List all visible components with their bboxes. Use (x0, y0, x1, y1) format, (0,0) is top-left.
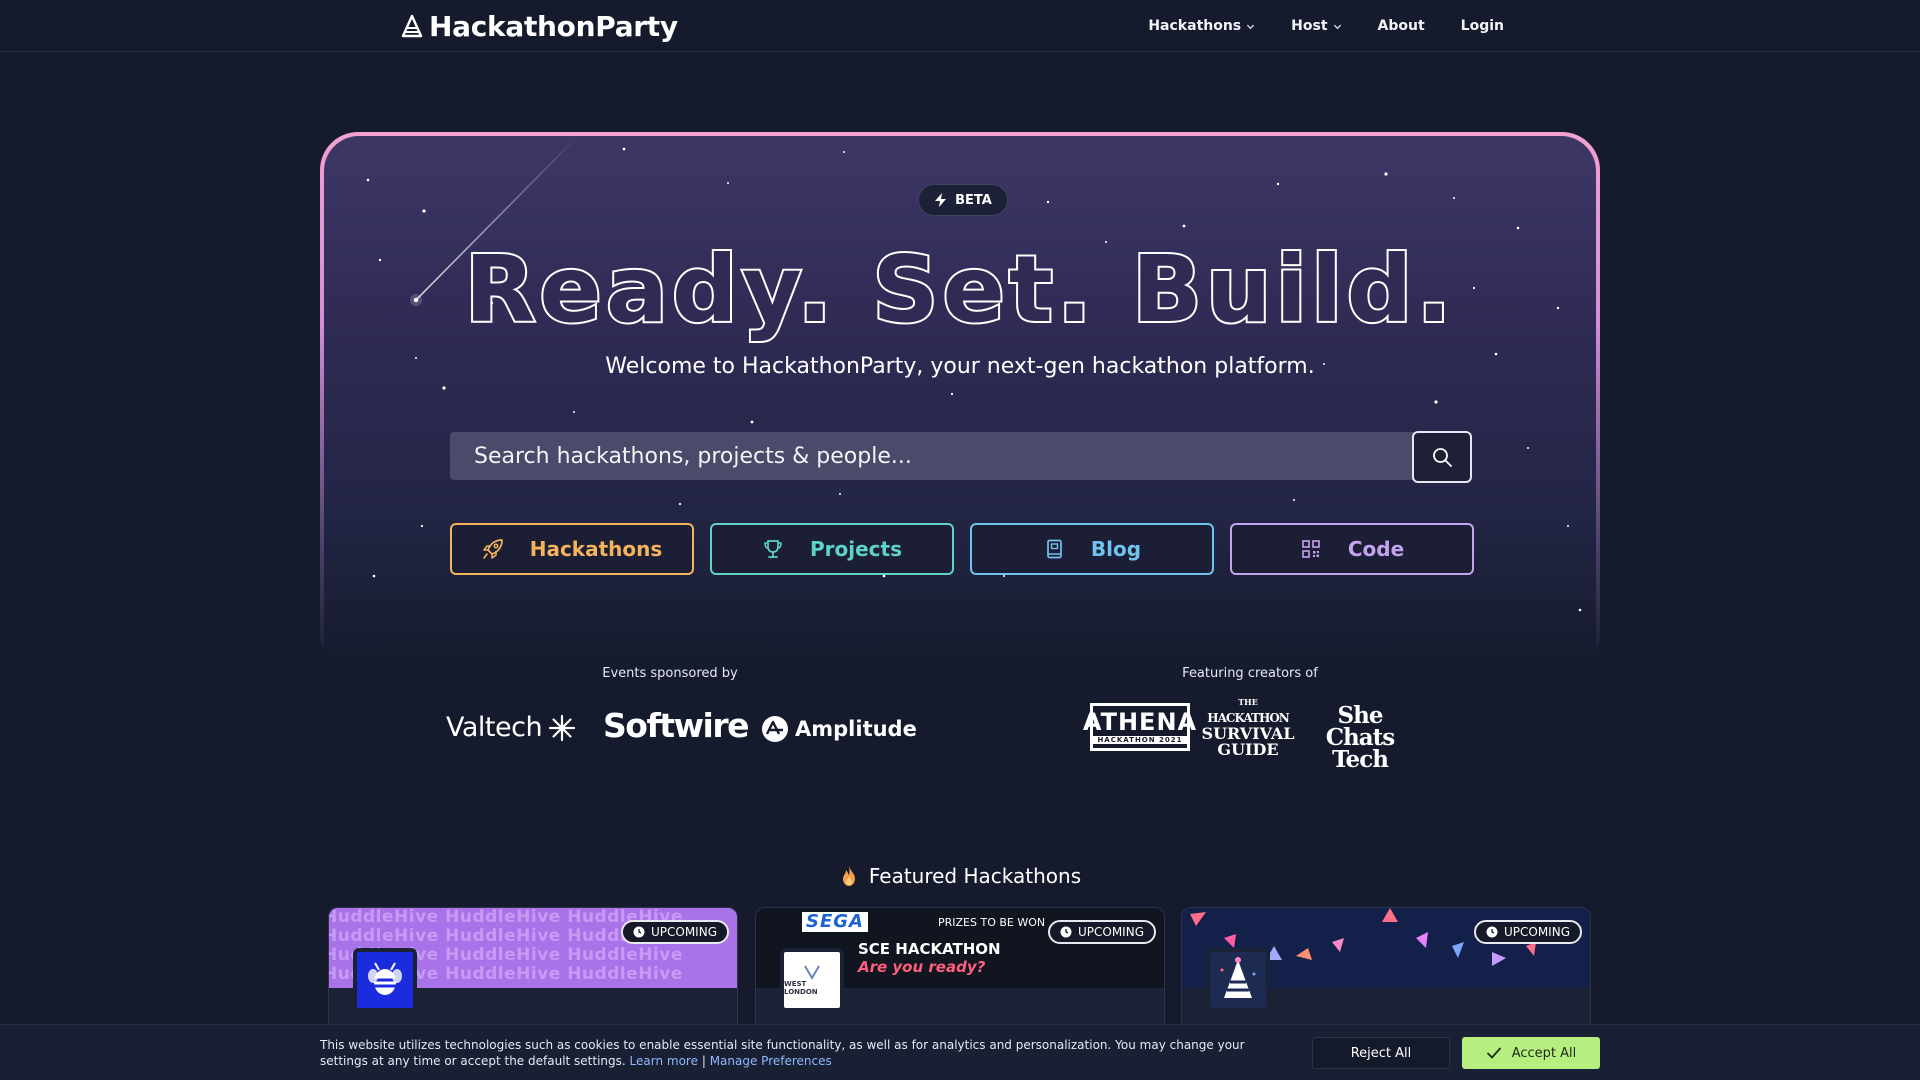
amplitude-logo[interactable]: Amplitude (761, 715, 917, 743)
valtech-name: Valtech (446, 712, 543, 743)
top-nav: HackathonParty Hackathons Host About Log… (0, 0, 1920, 52)
avatar-caption: WEST LONDON (784, 980, 818, 996)
check-icon (1486, 1047, 1501, 1059)
softwire-name: Softwire (603, 706, 750, 745)
hero-headline: Ready. Set. Build. (463, 234, 1456, 345)
guide-line-4: GUIDE (1217, 740, 1279, 759)
featured-title-text: Featured Hackathons (868, 864, 1082, 888)
book-icon (1047, 539, 1062, 559)
rocket-icon (482, 539, 503, 559)
nav-links: Hackathons Host About Login (1148, 0, 1504, 52)
upcoming-badge: UPCOMING (1047, 920, 1156, 944)
bee-icon (368, 962, 402, 995)
learn-more-link[interactable]: Learn more (630, 1054, 698, 1068)
projects-button-label: Projects (809, 537, 902, 561)
search-button[interactable] (1412, 431, 1472, 483)
upcoming-badge: UPCOMING (1473, 920, 1582, 944)
search-input[interactable] (450, 432, 1426, 480)
guide-line-1: THE (1238, 697, 1258, 707)
clock-icon (1486, 926, 1498, 938)
cookie-banner: This website utilizes technologies such … (0, 1024, 1920, 1080)
badge-label: UPCOMING (1503, 925, 1570, 939)
reject-all-button[interactable]: Reject All (1312, 1037, 1450, 1069)
badge-label: UPCOMING (1077, 925, 1144, 939)
beta-badge: BETA (918, 184, 1008, 216)
sponsors-label: Events sponsored by (602, 666, 738, 681)
qr-code-icon (1302, 540, 1320, 558)
athena-logo[interactable]: ATHENA HACKATHON 2021 (1083, 703, 1196, 751)
hackathon-avatar (353, 948, 417, 1012)
upcoming-badge: UPCOMING (620, 920, 729, 944)
she-chats-tech-logo[interactable]: She Chats Tech (1306, 702, 1414, 773)
cookie-text: This website utilizes technologies such … (320, 1037, 1290, 1069)
nav-hackathons-label: Hackathons (1148, 18, 1242, 34)
nav-login[interactable]: Login (1461, 18, 1504, 34)
nav-host[interactable]: Host (1291, 18, 1341, 34)
nav-about[interactable]: About (1378, 18, 1425, 34)
sega-logo: SEGA (802, 912, 868, 932)
athena-subtitle: HACKATHON 2021 (1093, 736, 1187, 744)
athena-title: ATHENA (1082, 708, 1198, 736)
brand-logo[interactable]: HackathonParty (401, 8, 678, 44)
chevron-down-icon (1247, 24, 1255, 29)
prizes-text: PRIZES TO BE WON (938, 916, 1046, 929)
nav-login-label: Login (1460, 18, 1504, 34)
projects-button[interactable]: Projects (710, 523, 954, 575)
search-icon (1433, 448, 1452, 467)
amplitude-name: Amplitude (795, 717, 917, 741)
hero-card: BETA Ready. Set. Build. Welcome to Hacka… (320, 132, 1600, 672)
hero-subline: Welcome to HackathonParty, your next-gen… (605, 354, 1315, 379)
brand-name: HackathonParty (429, 9, 678, 43)
code-button[interactable]: Code (1230, 523, 1474, 575)
shechats-line-1: She Chats (1325, 702, 1396, 751)
reject-all-label: Reject All (1350, 1045, 1412, 1061)
valtech-logo[interactable]: Valtech (446, 712, 576, 743)
lightning-icon (935, 193, 947, 207)
hero-inner: BETA Ready. Set. Build. Welcome to Hacka… (324, 136, 1596, 672)
hackathon-avatar: WEST LONDON (780, 948, 844, 1012)
clock-icon (633, 926, 645, 938)
nav-about-label: About (1377, 18, 1425, 34)
college-crest-icon (804, 965, 820, 980)
nav-host-label: Host (1291, 18, 1328, 34)
party-hat-icon (401, 14, 423, 38)
clock-icon (1060, 926, 1072, 938)
shechats-line-2: Tech (1332, 746, 1389, 773)
sce-title: SCE HACKATHON (858, 940, 1001, 958)
accept-all-label: Accept All (1511, 1045, 1577, 1061)
hackathons-button[interactable]: Hackathons (450, 523, 694, 575)
code-button-label: Code (1347, 537, 1405, 561)
chevron-down-icon (1333, 24, 1341, 29)
blog-button[interactable]: Blog (970, 523, 1214, 575)
link-separator: | (701, 1054, 706, 1068)
badge-label: UPCOMING (650, 925, 717, 939)
asterisk-icon (548, 714, 576, 741)
featured-title: Featured Hackathons (0, 864, 1920, 888)
beta-label: BETA (955, 192, 992, 208)
sce-tagline: Are you ready? (858, 958, 986, 976)
blog-button-label: Blog (1090, 537, 1142, 561)
party-hat-icon (1220, 957, 1256, 998)
survival-guide-logo[interactable]: THE HACKATHON SURVIVAL GUIDE (1202, 694, 1295, 759)
nav-hackathons[interactable]: Hackathons (1148, 18, 1255, 34)
softwire-logo[interactable]: Softwire (603, 706, 750, 745)
creators-label: Featuring creators of (1182, 666, 1318, 681)
manage-preferences-link[interactable]: Manage Preferences (710, 1054, 832, 1068)
amplitude-mark-icon (762, 716, 788, 742)
accept-all-button[interactable]: Accept All (1462, 1037, 1600, 1069)
trophy-icon (764, 540, 782, 558)
hackathons-button-label: Hackathons (529, 537, 663, 561)
hackathon-avatar (1206, 948, 1270, 1012)
fire-icon (842, 866, 855, 886)
